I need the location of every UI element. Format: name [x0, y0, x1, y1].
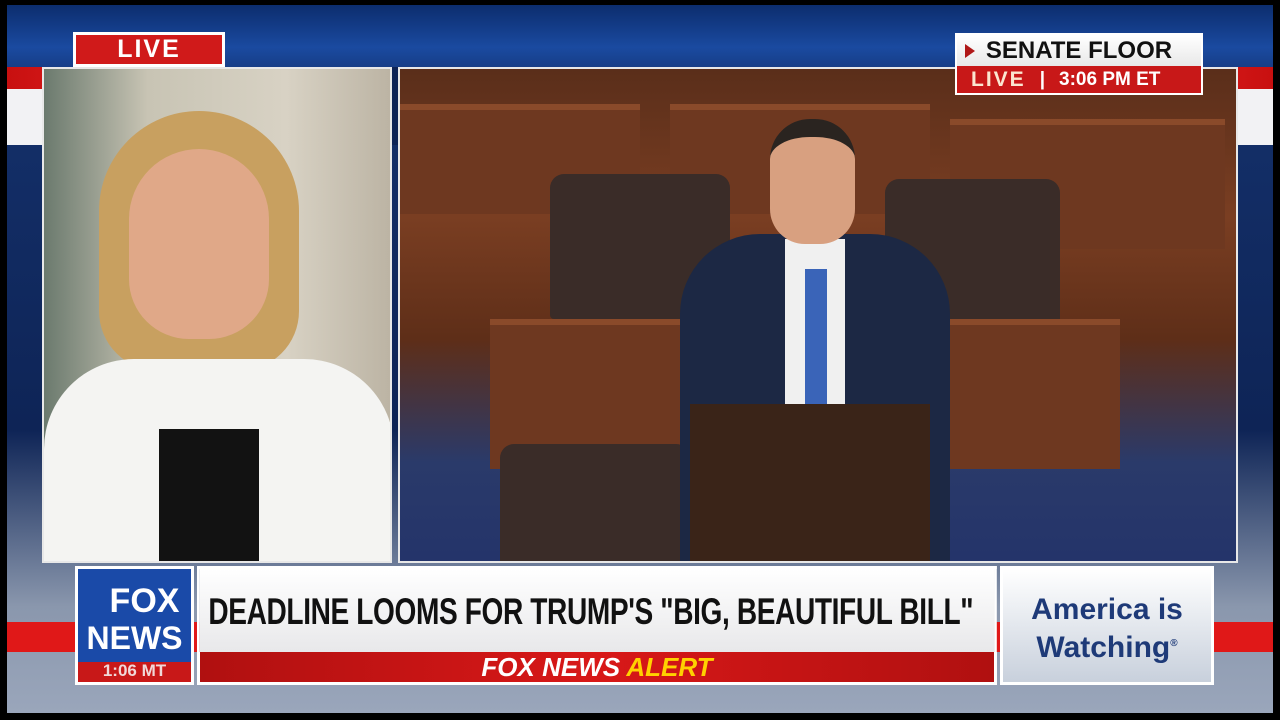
location-live-label: LIVE	[971, 68, 1026, 91]
senator-face	[770, 119, 855, 244]
headline-banner: DEADLINE LOOMS FOR TRUMP'S "BIG, BEAUTIF…	[197, 566, 997, 652]
location-bug: SENATE FLOOR LIVE | 3:06 PM ET	[955, 33, 1203, 95]
location-title: SENATE FLOOR	[957, 35, 1201, 66]
guest-face	[129, 149, 269, 339]
promo-line2: Watching	[1036, 631, 1171, 664]
alert-brand: FOX NEWS	[481, 652, 621, 682]
registered-mark: ®	[1170, 638, 1178, 649]
guest-top	[159, 429, 259, 561]
location-time: 3:06 PM ET	[1059, 69, 1161, 90]
fox-news-logo: FOX NEWS 1:06 MT	[75, 566, 194, 685]
senator-tie	[805, 269, 827, 404]
promo-line1: America is	[1031, 593, 1183, 626]
live-badge-label: LIVE	[76, 35, 222, 64]
live-badge: LIVE	[73, 32, 225, 67]
broadcast-frame: LIVE SENATE FLOOR LIVE | 3:06 PM ET FOX …	[7, 5, 1273, 713]
logo-time: 1:06 MT	[78, 662, 191, 682]
chair	[500, 444, 690, 561]
location-live-strip: LIVE | 3:06 PM ET	[957, 66, 1201, 93]
separator: |	[1039, 69, 1046, 90]
location-title-text: SENATE FLOOR	[985, 37, 1173, 64]
logo-news: NEWS	[86, 620, 183, 656]
logo-fox: FOX	[109, 582, 180, 620]
alert-label: ALERT	[626, 652, 713, 682]
guest-video-feed	[42, 67, 392, 563]
lectern	[690, 404, 930, 561]
senate-floor-video-feed	[398, 67, 1238, 563]
news-alert-bar: FOX NEWS ALERT	[197, 652, 997, 685]
america-is-watching-promo: America is Watching®	[1000, 566, 1214, 685]
play-triangle-icon	[965, 44, 975, 58]
